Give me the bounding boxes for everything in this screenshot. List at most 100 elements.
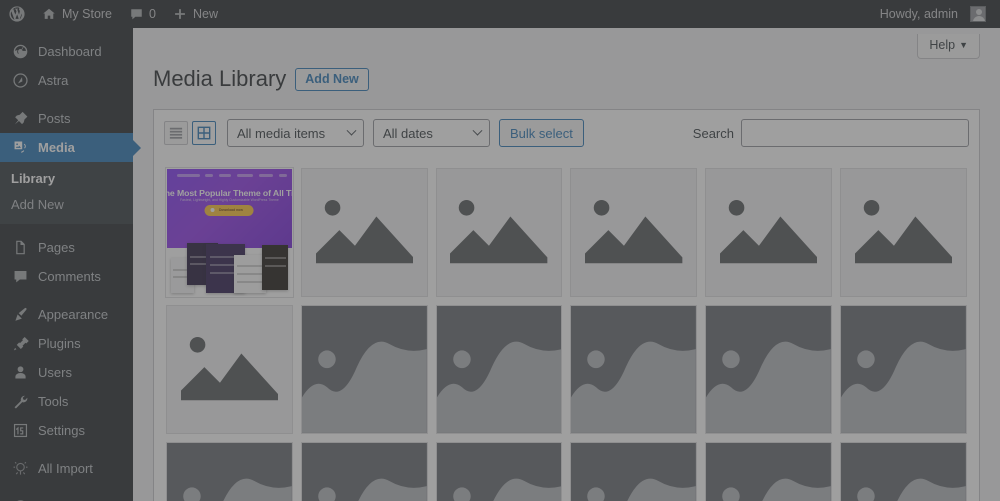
media-item-placeholder[interactable]	[570, 441, 698, 501]
media-item-placeholder[interactable]	[705, 441, 833, 501]
media-icon	[11, 139, 29, 157]
sidebar-separator	[0, 95, 133, 104]
media-grid-cell[interactable]	[836, 438, 971, 501]
media-type-filter[interactable]: All media items	[227, 119, 364, 147]
sidebar-item-label: Appearance	[38, 307, 109, 322]
media-item-placeholder[interactable]	[435, 168, 563, 297]
help-tab-button[interactable]: Help ▼	[917, 34, 980, 59]
media-item-thumbnail	[571, 442, 697, 501]
media-grid-cell[interactable]	[432, 301, 567, 438]
wordpress-admin-screen: My Store 0 New Howdy, admin Dashboard As…	[0, 0, 1000, 501]
list-view-button[interactable]	[164, 121, 188, 145]
new-content-menu[interactable]: New	[164, 0, 226, 28]
media-item-placeholder[interactable]	[705, 304, 833, 434]
sidebar-item-label: All Import	[38, 461, 93, 476]
pages-icon	[11, 239, 29, 257]
media-grid-cell[interactable]	[566, 301, 701, 438]
add-new-button[interactable]: Add New	[295, 67, 369, 91]
sidebar-item-dashboard[interactable]: Dashboard	[0, 37, 133, 66]
wave-placeholder-icon	[706, 442, 832, 501]
media-item-thumbnail	[436, 442, 562, 501]
sidebar-item-tools[interactable]: Tools	[0, 387, 133, 416]
admin-bar-right: Howdy, admin	[872, 0, 1000, 28]
media-grid-cell[interactable]	[162, 301, 297, 438]
grid-view-button[interactable]	[192, 121, 216, 145]
media-grid-cell[interactable]	[566, 438, 701, 501]
media-grid-cell[interactable]	[566, 164, 701, 301]
all-import-icon	[11, 460, 29, 478]
sidebar-item-comments[interactable]: Comments	[0, 262, 133, 291]
media-item-placeholder[interactable]	[570, 304, 698, 434]
astra-promo-image: The Most Popular Theme of All Time Faste…	[167, 169, 292, 296]
howdy-label: Howdy, admin	[879, 7, 958, 21]
media-item-placeholder[interactable]	[300, 168, 428, 297]
sidebar-item-posts[interactable]: Posts	[0, 104, 133, 133]
brush-icon	[11, 306, 29, 324]
wrench-icon	[11, 393, 29, 411]
sidebar-item-all-import[interactable]: All Import	[0, 454, 133, 483]
media-item-placeholder[interactable]	[840, 304, 967, 434]
sidebar-item-pages[interactable]: Pages	[0, 233, 133, 262]
media-grid-cell[interactable]	[162, 438, 297, 501]
image-placeholder-icon	[841, 169, 966, 296]
sidebar-item-library[interactable]: Library	[0, 166, 133, 192]
bulk-select-button[interactable]: Bulk select	[499, 119, 584, 147]
my-account-menu[interactable]: Howdy, admin	[872, 0, 994, 28]
media-item-placeholder[interactable]	[705, 168, 833, 297]
wave-placeholder-icon	[841, 305, 966, 433]
media-grid-cell[interactable]	[701, 164, 836, 301]
comments-count: 0	[149, 7, 156, 21]
sidebar-item-media[interactable]: Media	[0, 133, 141, 162]
grid-view-icon	[197, 126, 211, 140]
media-item-thumbnail	[301, 442, 427, 501]
media-grid-cell[interactable]	[432, 438, 567, 501]
media-grid-cell[interactable]	[432, 164, 567, 301]
media-item-placeholder[interactable]	[435, 304, 563, 434]
wave-placeholder-icon	[436, 442, 562, 501]
date-filter[interactable]: All dates	[373, 119, 490, 147]
media-item-placeholder[interactable]	[840, 441, 967, 501]
page-header: Media Library Add New	[133, 59, 1000, 93]
sidebar-item-add-new-media[interactable]: Add New	[0, 192, 133, 218]
media-grid-cell[interactable]	[297, 301, 432, 438]
search-input[interactable]	[741, 119, 969, 147]
media-item-placeholder[interactable]	[166, 304, 293, 434]
sidebar-item-label: Users	[38, 365, 72, 380]
astra-icon	[11, 72, 29, 90]
media-grid-cell[interactable]	[836, 301, 971, 438]
comment-bubble-icon	[128, 6, 144, 22]
media-item-placeholder[interactable]	[570, 168, 698, 297]
sidebar-item-settings[interactable]: Settings	[0, 416, 133, 445]
media-item-placeholder[interactable]	[300, 304, 428, 434]
sidebar-item-users[interactable]: Users	[0, 358, 133, 387]
media-grid-cell[interactable]	[297, 438, 432, 501]
media-item-placeholder[interactable]	[435, 441, 563, 501]
sidebar-item-plugins[interactable]: Plugins	[0, 329, 133, 358]
media-grid-cell[interactable]	[836, 164, 971, 301]
sidebar-item-astra[interactable]: Astra	[0, 66, 133, 95]
comments-menu[interactable]: 0	[120, 0, 164, 28]
home-icon	[41, 6, 57, 22]
media-grid: The Most Popular Theme of All Time Faste…	[153, 156, 980, 501]
search-area: Search	[693, 119, 969, 147]
media-grid-cell[interactable]	[297, 164, 432, 301]
wave-placeholder-icon	[571, 442, 697, 501]
image-placeholder-icon	[571, 169, 697, 296]
site-name-label: My Store	[62, 7, 113, 21]
media-item-placeholder[interactable]	[840, 168, 967, 297]
media-item-astra-promo[interactable]: The Most Popular Theme of All Time Faste…	[165, 167, 294, 298]
media-item-thumbnail	[436, 305, 562, 433]
site-name-menu[interactable]: My Store	[33, 0, 120, 28]
wordpress-logo-menu[interactable]	[0, 0, 33, 28]
sidebar-item-appearance[interactable]: Appearance	[0, 300, 133, 329]
media-item-placeholder[interactable]	[300, 441, 428, 501]
media-toolbar: All media items All dates Bulk select Se…	[153, 109, 980, 156]
media-item-thumbnail	[841, 305, 966, 433]
media-item-placeholder[interactable]	[166, 441, 293, 501]
sidebar-separator	[0, 224, 133, 233]
media-grid-cell[interactable]	[701, 438, 836, 501]
media-type-filter-value: All media items	[237, 125, 326, 141]
media-grid-cell[interactable]: The Most Popular Theme of All Time Faste…	[162, 164, 297, 301]
collapse-menu-button[interactable]: Collapse menu	[0, 492, 133, 501]
media-grid-cell[interactable]	[701, 301, 836, 438]
